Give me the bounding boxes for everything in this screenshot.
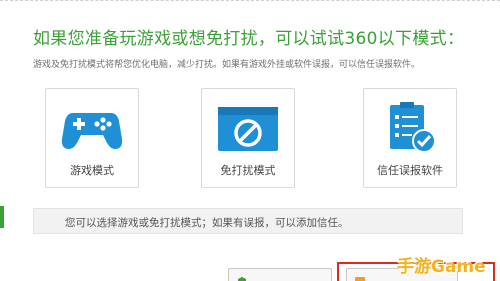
- gamepad-icon: [46, 99, 138, 159]
- left-accent-stripe: [0, 206, 4, 228]
- trust-software-label: 信任误报软件: [377, 164, 443, 177]
- trust-software-card[interactable]: 信任误报软件: [363, 88, 457, 188]
- no-disturb-icon: [202, 99, 294, 159]
- info-text: 您可以选择游戏或免打扰模式；如果有误报，可以添加信任。: [65, 217, 349, 229]
- shield-icon: [237, 272, 247, 281]
- page-subtitle: 游戏及免打扰模式将帮您优化电脑，减少打扰。如果有游戏外挂或软件误报，可以信任误报…: [33, 60, 421, 70]
- game-mode-card[interactable]: 游戏模式: [45, 88, 139, 188]
- page-title: 如果您准备玩游戏或想免打扰，可以试试360以下模式：: [33, 29, 465, 49]
- info-bar: 您可以选择游戏或免打扰模式；如果有误报，可以添加信任。: [33, 208, 463, 234]
- no-disturb-mode-label: 免打扰模式: [220, 164, 276, 177]
- bottom-button-left[interactable]: [228, 268, 332, 281]
- game-mode-label: 游戏模式: [70, 164, 114, 177]
- top-divider: [0, 0, 500, 1]
- trusted-checklist-icon: [364, 99, 456, 159]
- no-disturb-mode-card[interactable]: 免打扰模式: [201, 88, 295, 188]
- watermark-logo: 手游Game: [397, 257, 486, 277]
